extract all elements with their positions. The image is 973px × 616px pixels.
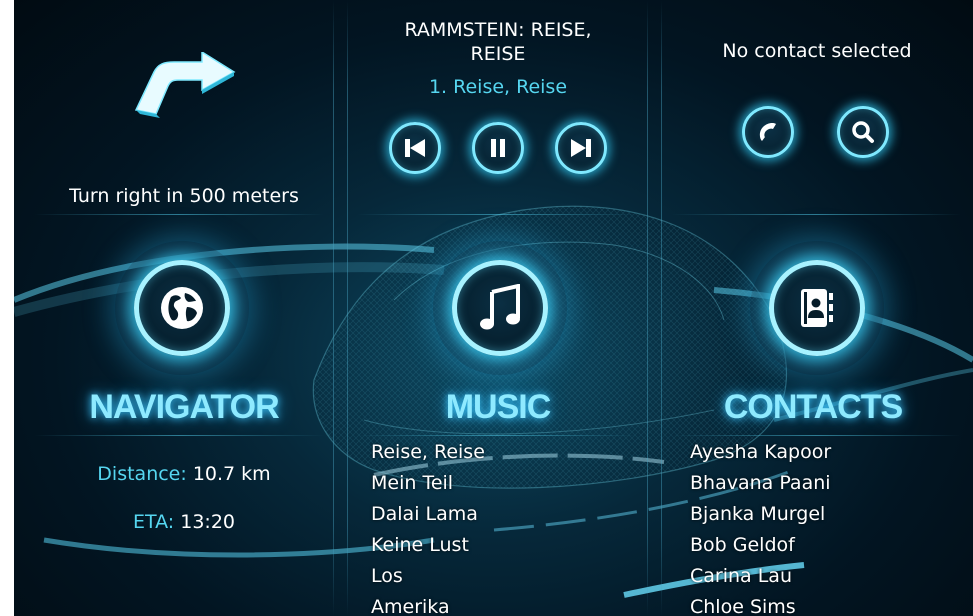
skip-previous-icon (405, 139, 425, 157)
contacts-separator (671, 435, 961, 436)
contacts-title[interactable]: CONTACTS (662, 388, 964, 427)
contact-item[interactable]: Ayesha Kapoor (690, 437, 831, 468)
contacts-separator (671, 214, 961, 215)
album-title-line2: REISE (470, 43, 526, 65)
track-item[interactable]: Amerika (371, 592, 485, 616)
contact-status: No contact selected (722, 40, 912, 62)
album-title-line1: RAMMSTEIN: REISE, (404, 19, 592, 41)
contacts-button[interactable] (750, 241, 884, 375)
track-item[interactable]: Mein Teil (371, 468, 485, 499)
search-icon (852, 121, 874, 143)
search-contacts-button[interactable] (837, 106, 889, 158)
music-separator (357, 214, 637, 215)
next-track-button[interactable] (555, 122, 607, 174)
turn-right-arrow-icon (134, 52, 236, 118)
track-item[interactable]: Los (371, 561, 485, 592)
phone-icon (759, 123, 776, 141)
car-dashboard: Turn right in 500 meters NAVIGATOR Dista… (14, 0, 973, 616)
music-separator (357, 435, 637, 436)
skip-next-icon (571, 139, 591, 157)
eta-label: ETA: (132, 511, 175, 533)
now-playing-track: 1. Reise, Reise (428, 76, 568, 98)
contact-item[interactable]: Bob Geldof (690, 530, 831, 561)
music-button[interactable] (433, 241, 567, 375)
contact-item[interactable]: Bjanka Murgel (690, 499, 831, 530)
distance-label: Distance: (97, 463, 187, 485)
contact-item[interactable]: Carina Lau (690, 561, 831, 592)
music-title[interactable]: MUSIC (348, 388, 648, 427)
track-list: Reise, Reise Mein Teil Dalai Lama Keine … (371, 437, 485, 616)
contact-item[interactable]: Chloe Sims (690, 592, 831, 616)
navigator-separator (34, 214, 324, 215)
call-button[interactable] (742, 106, 794, 158)
navigator-button[interactable] (115, 241, 249, 375)
globe-icon (161, 287, 203, 329)
track-item[interactable]: Dalai Lama (371, 499, 485, 530)
eta-value: 13:20 (180, 511, 235, 533)
address-book-icon (801, 289, 833, 327)
music-button-ring (452, 260, 548, 356)
album-title: RAMMSTEIN: REISE, REISE (348, 18, 648, 66)
eta-readout: ETA: 13:20 (34, 511, 334, 533)
navigator-separator (34, 435, 324, 436)
previous-track-button[interactable] (389, 122, 441, 174)
column-divider (661, 0, 662, 616)
navigation-instruction: Turn right in 500 meters (69, 185, 299, 207)
contacts-button-ring (769, 260, 865, 356)
contact-item[interactable]: Bhavana Paani (690, 468, 831, 499)
navigator-title[interactable]: NAVIGATOR (34, 388, 334, 427)
distance-value: 10.7 km (192, 463, 271, 485)
contact-list: Ayesha Kapoor Bhavana Paani Bjanka Murge… (690, 437, 831, 616)
pause-icon (491, 139, 505, 157)
track-item[interactable]: Keine Lust (371, 530, 485, 561)
pause-button[interactable] (472, 122, 524, 174)
navigator-button-ring (134, 260, 230, 356)
track-item[interactable]: Reise, Reise (371, 437, 485, 468)
music-note-icon (480, 284, 520, 330)
distance-readout: Distance: 10.7 km (34, 463, 334, 485)
